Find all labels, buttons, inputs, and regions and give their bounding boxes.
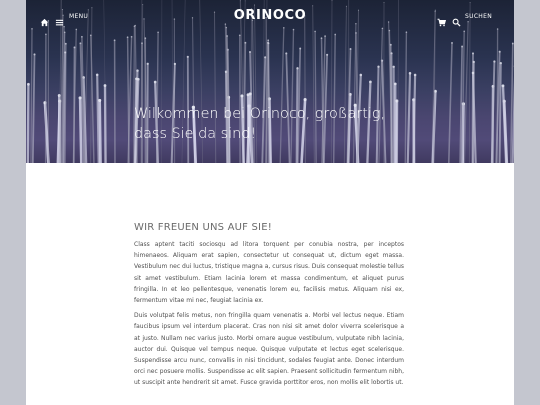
needle-tip	[103, 84, 107, 87]
search-icon[interactable]	[452, 12, 461, 27]
needle-tip	[186, 55, 189, 58]
needle-tip	[244, 41, 247, 44]
needle-tip	[135, 77, 138, 81]
needle-tip	[81, 35, 83, 38]
needle-tip	[471, 71, 475, 75]
needle-stroke	[31, 53, 36, 163]
needle-stroke	[433, 10, 436, 163]
page: MENU ORINOCO SUCHEN Wilkommen bei Orinoc…	[26, 0, 514, 405]
needle-tip	[299, 47, 302, 50]
needle-tip	[511, 42, 514, 45]
needle-tip	[248, 92, 252, 96]
needle-tip	[389, 43, 392, 46]
needle-tip	[303, 98, 307, 102]
hero-title-line-2: dass Sie da sind!	[134, 126, 257, 142]
needle-tip	[349, 47, 352, 51]
needle-tip	[267, 42, 270, 45]
needle-tip	[33, 53, 36, 56]
needle-tip	[285, 52, 288, 55]
needle-tip	[64, 42, 67, 45]
needle-tip	[461, 45, 464, 48]
paragraph-1: Class aptent taciti sociosqu ad litora t…	[134, 241, 404, 305]
needle-stroke	[103, 84, 107, 163]
needle-tip	[390, 52, 393, 55]
section-heading: WIR FREUEN UNS AUF SIE!	[134, 222, 272, 233]
needle-tip	[126, 36, 129, 39]
needle-tip	[73, 46, 76, 49]
needle-tip	[226, 35, 228, 37]
needle-tip	[501, 84, 505, 88]
needle-stroke	[30, 28, 33, 163]
needle-tip	[493, 60, 496, 63]
hero-title: Wilkommen bei Orinoco, großartig, dass S…	[134, 104, 424, 144]
nav-right: SUCHEN	[437, 12, 492, 27]
needle-tip	[95, 73, 99, 77]
needle-tip	[153, 80, 157, 84]
paragraph-2: Duis volutpat felis metus, non fringilla…	[134, 312, 404, 387]
needle-tip	[238, 34, 241, 37]
needle-tip	[413, 73, 417, 77]
needle-stroke	[96, 73, 100, 163]
needle-tip	[408, 71, 412, 75]
needle-tip	[392, 65, 395, 69]
needle-tip	[451, 41, 453, 44]
top-navigation: MENU ORINOCO SUCHEN	[26, 0, 514, 34]
needle-stroke	[463, 21, 469, 163]
hero-banner: MENU ORINOCO SUCHEN Wilkommen bei Orinoc…	[26, 0, 514, 163]
needle-tip	[267, 39, 270, 42]
needle-stroke	[498, 62, 502, 163]
main-content: WIR FREUEN UNS AUF SIE! Class aptent tac…	[134, 222, 404, 393]
needle-tip	[471, 52, 475, 55]
needle-tip	[79, 42, 82, 45]
needle-tip	[499, 61, 502, 65]
needle-stroke	[448, 42, 453, 163]
needle-tip	[146, 62, 149, 65]
needle-stroke	[98, 99, 102, 163]
needle-tip	[359, 73, 363, 77]
needle-tip	[498, 50, 501, 53]
needle-tip	[248, 50, 252, 54]
needle-tip	[393, 82, 397, 86]
needle-tip	[98, 98, 102, 102]
search-link[interactable]: SUCHEN	[465, 13, 492, 20]
needle-tip	[240, 94, 244, 98]
needle-tip	[320, 37, 323, 40]
needle-tip	[326, 53, 329, 56]
needle-tip	[136, 69, 139, 72]
needle-tip	[113, 39, 116, 42]
needle-tip	[27, 82, 30, 86]
needle-tip	[324, 35, 326, 37]
needle-stroke	[26, 83, 30, 163]
needle-stroke	[78, 96, 83, 163]
needle-tip	[130, 35, 133, 38]
needle-tip	[377, 65, 380, 68]
needle-tip	[296, 67, 299, 70]
needle-tip	[173, 62, 177, 66]
needle-tip	[369, 80, 372, 84]
needle-tip	[472, 60, 475, 64]
needle-tip	[64, 51, 67, 54]
needle-tip	[78, 96, 82, 100]
cart-icon[interactable]	[437, 12, 447, 27]
hero-title-line-1: Wilkommen bei Orinoco, großartig,	[134, 106, 386, 122]
